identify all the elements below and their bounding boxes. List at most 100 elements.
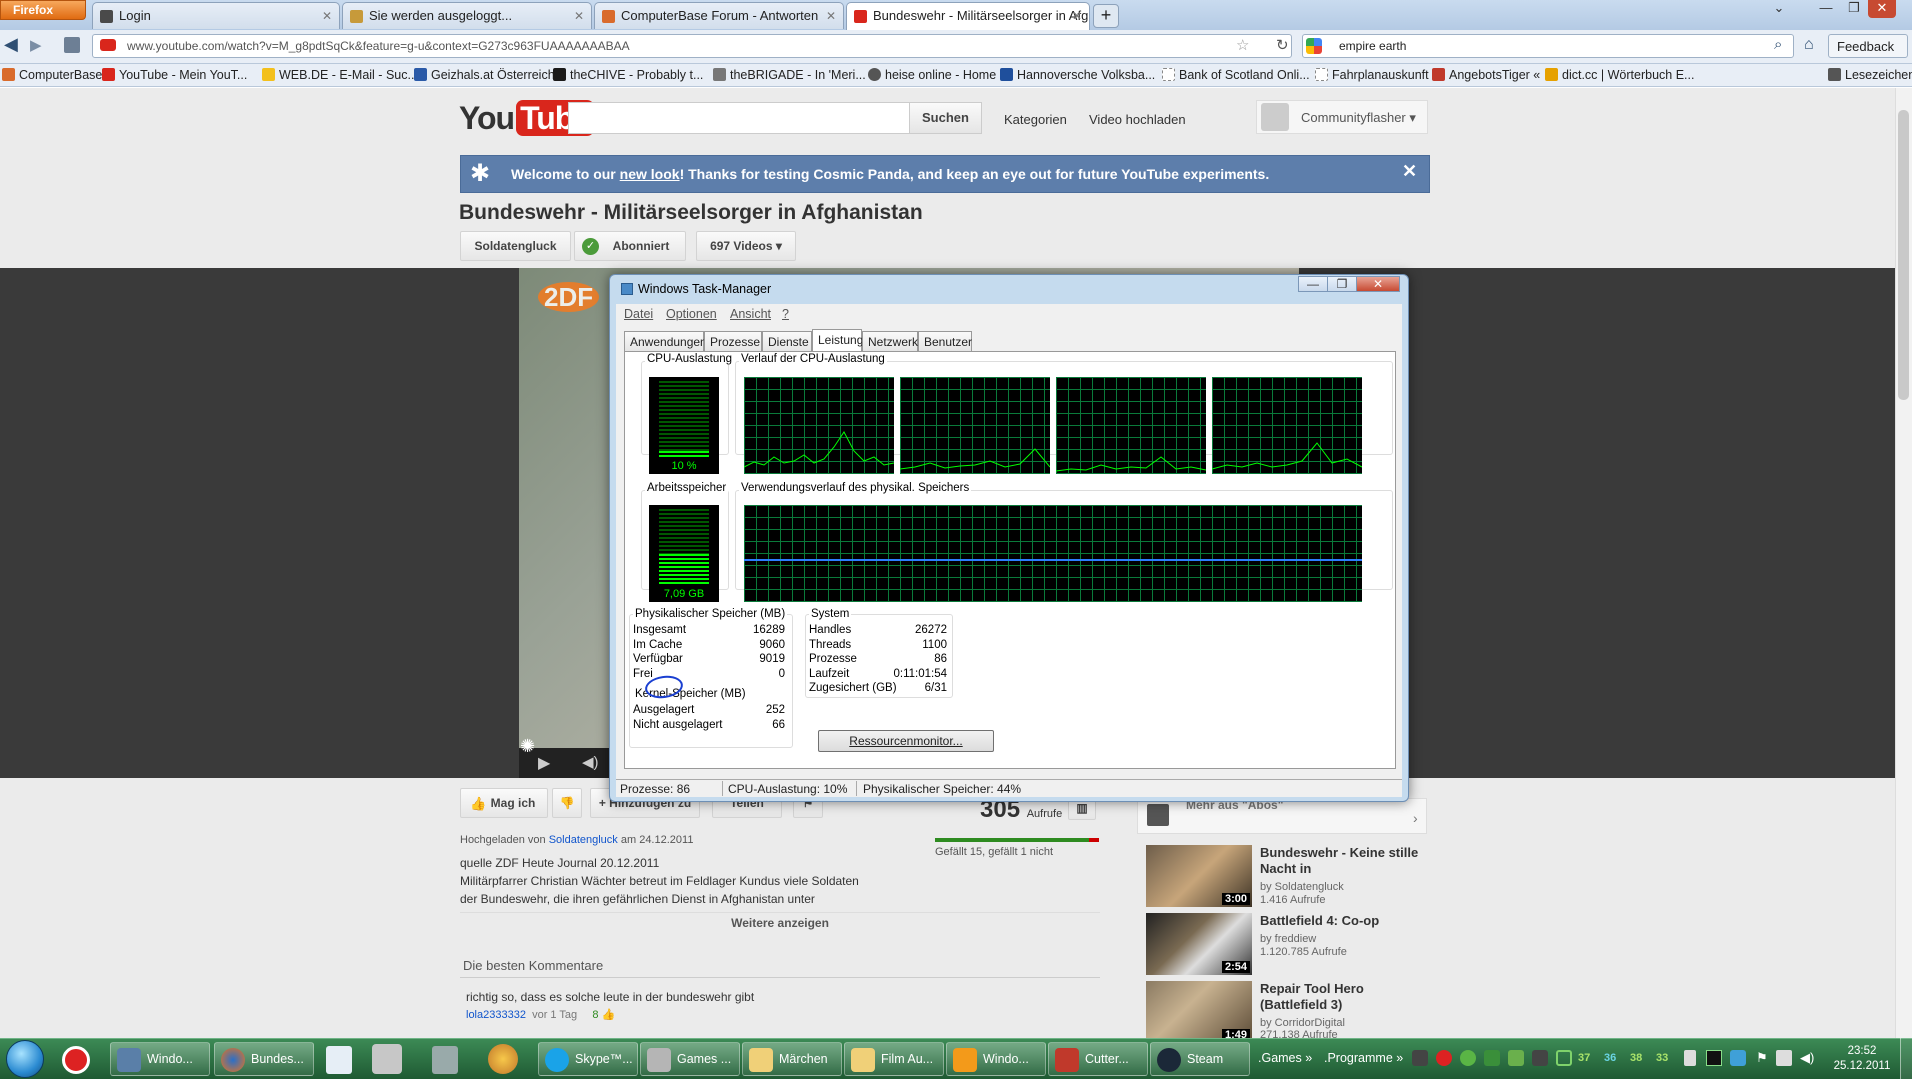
bookmark-item[interactable]: theCHIVE - Probably t...: [553, 68, 703, 82]
tab-network[interactable]: Netzwerk: [862, 331, 918, 351]
bookmark-item[interactable]: YouTube - Mein YouT...: [102, 68, 247, 82]
play-icon[interactable]: ▶: [538, 753, 550, 773]
url-bar[interactable]: www.youtube.com/watch?v=M_g8pdtSqCk&feat…: [92, 34, 1292, 58]
clock[interactable]: 23:52 25.12.2011: [1828, 1044, 1896, 1074]
close-icon[interactable]: ✕: [1356, 276, 1400, 292]
tab-users[interactable]: Benutzer: [918, 331, 972, 351]
close-window-icon[interactable]: ✕: [1868, 0, 1896, 18]
flag-icon[interactable]: ⚑: [1756, 1050, 1768, 1066]
back-icon[interactable]: ◀: [4, 34, 18, 55]
tab-computerbase[interactable]: ComputerBase Forum - Antworten ✕: [594, 2, 844, 29]
paint-icon[interactable]: [488, 1044, 518, 1074]
maximize-icon[interactable]: ❐: [1327, 276, 1357, 292]
bookmark-item[interactable]: heise online - Home: [868, 68, 996, 82]
search-icon[interactable]: ⌕: [1774, 36, 1782, 53]
youtube-search-input[interactable]: [568, 102, 910, 134]
volume-icon[interactable]: ◀): [582, 753, 599, 771]
bookmark-item[interactable]: Geizhals.at Österreich: [414, 68, 555, 82]
menu-help[interactable]: ?: [782, 307, 789, 321]
bookmark-item[interactable]: WEB.DE - E-Mail - Suc...: [262, 68, 418, 82]
banner-close-icon[interactable]: ✕: [1402, 161, 1417, 182]
tab-services[interactable]: Dienste: [762, 331, 812, 351]
uploader-link[interactable]: Soldatengluck: [549, 834, 618, 846]
taskbar-button[interactable]: Bundes...: [214, 1042, 314, 1076]
home-icon[interactable]: ⌂: [1804, 36, 1814, 54]
thumbs-up-icon[interactable]: 👍: [602, 1009, 616, 1021]
tab-performance[interactable]: Leistung: [812, 329, 863, 352]
google-icon[interactable]: [1306, 38, 1322, 54]
restore-icon[interactable]: ❐: [1840, 0, 1868, 18]
bookmarks-menu[interactable]: Lesezeichen: [1828, 68, 1912, 82]
tray-icon[interactable]: [1412, 1050, 1428, 1066]
volume-icon[interactable]: ◀): [1800, 1050, 1814, 1066]
opera-icon[interactable]: [62, 1046, 90, 1074]
tab-applications[interactable]: Anwendungen: [624, 331, 707, 351]
tray-icon[interactable]: [1556, 1050, 1572, 1066]
page-icon[interactable]: [64, 37, 80, 53]
tab-close-icon[interactable]: ✕: [1072, 9, 1082, 23]
comment-user-link[interactable]: lola2333332: [466, 1009, 526, 1021]
dislike-button[interactable]: 👎: [552, 788, 582, 818]
menu-file[interactable]: Datei: [624, 307, 653, 321]
tab-close-icon[interactable]: ✕: [826, 9, 836, 23]
snipping-tool-icon[interactable]: [372, 1044, 402, 1074]
minimize-icon[interactable]: —: [1298, 276, 1328, 292]
forward-icon[interactable]: ▶: [30, 36, 42, 54]
videos-count-button[interactable]: 697 Videos ▾: [696, 231, 796, 261]
taskbar-button[interactable]: Steam: [1150, 1042, 1250, 1076]
taskbar-button[interactable]: Skype™...: [538, 1042, 638, 1076]
channel-button[interactable]: Soldatengluck: [460, 231, 571, 261]
start-button[interactable]: [6, 1040, 44, 1078]
taskbar-button[interactable]: Games ...: [640, 1042, 740, 1076]
toolbar-programs[interactable]: .Programme »: [1318, 1042, 1403, 1076]
taskbar-button[interactable]: Film Au...: [844, 1042, 944, 1076]
calculator-icon[interactable]: [326, 1046, 352, 1074]
bookmark-item[interactable]: Hannoversche Volksba...: [1000, 68, 1155, 82]
taskbar-button[interactable]: Cutter...: [1048, 1042, 1148, 1076]
tray-icon[interactable]: [1508, 1050, 1524, 1066]
printer-icon[interactable]: [432, 1046, 458, 1074]
opera-tray-icon[interactable]: [1436, 1050, 1452, 1066]
tab-close-icon[interactable]: ✕: [574, 9, 584, 23]
tab-list-icon[interactable]: ⌄: [1765, 0, 1793, 18]
tray-icon[interactable]: [1460, 1050, 1476, 1066]
categories-link[interactable]: Kategorien: [1004, 112, 1067, 127]
bookmark-item[interactable]: AngebotsTiger «: [1432, 68, 1540, 82]
bookmark-item[interactable]: ComputerBase: [2, 68, 102, 82]
taskbar-button[interactable]: Windo...: [946, 1042, 1046, 1076]
tray-icon[interactable]: [1532, 1050, 1548, 1066]
menu-options[interactable]: Optionen: [666, 307, 717, 321]
taskbar-button[interactable]: Windo...: [110, 1042, 210, 1076]
feedback-button[interactable]: Feedback: [1828, 34, 1908, 58]
upload-link[interactable]: Video hochladen: [1089, 112, 1186, 127]
tray-icon[interactable]: [1684, 1050, 1696, 1066]
bookmark-item[interactable]: Bank of Scotland Onli...: [1162, 68, 1310, 82]
tray-icon[interactable]: [1706, 1050, 1722, 1066]
firefox-menu-button[interactable]: Firefox: [0, 0, 86, 20]
resource-monitor-button[interactable]: Ressourcenmonitor...: [818, 730, 994, 752]
tab-processes[interactable]: Prozesse: [704, 331, 762, 351]
minimize-icon[interactable]: —: [1812, 0, 1840, 18]
menu-view[interactable]: Ansicht: [730, 307, 771, 321]
bookmark-item[interactable]: Fahrplanauskunft: [1315, 68, 1429, 82]
new-look-link[interactable]: new look: [620, 166, 680, 182]
toolbar-games[interactable]: .Games »: [1252, 1042, 1312, 1076]
bookmark-item[interactable]: theBRIGADE - In 'Meri...: [713, 68, 866, 82]
new-tab-button[interactable]: +: [1093, 4, 1119, 28]
reload-icon[interactable]: ↻: [1276, 36, 1289, 54]
related-title[interactable]: Bundeswehr - Keine stille Nacht in: [1260, 845, 1430, 877]
chevron-right-icon[interactable]: ›: [1413, 810, 1418, 826]
tray-icon[interactable]: [1730, 1050, 1746, 1066]
tab-youtube-active[interactable]: Bundeswehr - Militärseelsorger in Afg...…: [846, 2, 1090, 30]
related-title[interactable]: Battlefield 4: Co-op: [1260, 913, 1430, 929]
related-video[interactable]: 1:49 Repair Tool Hero (Battlefield 3) by…: [1146, 981, 1426, 1045]
browser-search-input[interactable]: empire earth: [1302, 34, 1794, 58]
bookmark-item[interactable]: dict.cc | Wörterbuch E...: [1545, 68, 1694, 82]
youtube-search-button[interactable]: Suchen: [909, 102, 982, 134]
related-title[interactable]: Repair Tool Hero (Battlefield 3): [1260, 981, 1430, 1013]
scrollbar-thumb[interactable]: [1898, 110, 1909, 400]
taskbar-button[interactable]: Märchen: [742, 1042, 842, 1076]
tab-close-icon[interactable]: ✕: [322, 9, 332, 23]
bookmark-star-icon[interactable]: ☆: [1236, 36, 1249, 54]
tab-logout[interactable]: Sie werden ausgeloggt... ✕: [342, 2, 592, 29]
